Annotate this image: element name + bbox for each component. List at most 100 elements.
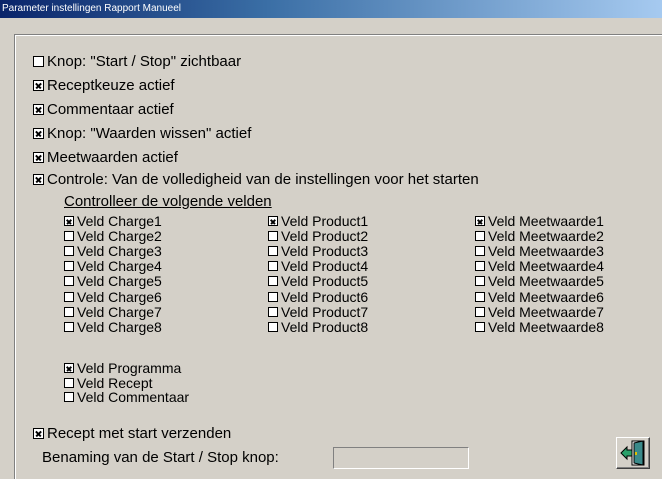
checkbox[interactable] bbox=[33, 151, 44, 163]
checkbox[interactable] bbox=[475, 276, 485, 287]
checkbox[interactable] bbox=[33, 427, 44, 439]
button-name-input[interactable] bbox=[333, 447, 469, 469]
checkbox[interactable] bbox=[64, 246, 74, 257]
field-label: Veld Meetwaarde7 bbox=[488, 303, 604, 320]
option-label: Recept met start verzenden bbox=[47, 424, 232, 442]
option-completeness-check[interactable]: Controle: Van de volledigheid van de ins… bbox=[33, 170, 479, 188]
field-charge-2[interactable]: Veld Charge2 bbox=[64, 228, 162, 245]
field-label: Veld Charge4 bbox=[77, 258, 162, 275]
checkbox[interactable] bbox=[64, 321, 74, 332]
field-product-3[interactable]: Veld Product3 bbox=[268, 243, 369, 260]
field-measurement-5[interactable]: Veld Meetwaarde5 bbox=[475, 273, 604, 289]
window-title: Parameter instellingen Rapport Manueel bbox=[0, 0, 662, 18]
checkbox[interactable] bbox=[64, 276, 74, 287]
field-charge-4[interactable]: Veld Charge4 bbox=[64, 258, 162, 275]
checkbox[interactable] bbox=[64, 306, 74, 317]
fields-section-title: Controlleer de volgende velden bbox=[64, 193, 272, 210]
field-product-5[interactable]: Veld Product5 bbox=[268, 273, 368, 289]
field-charge-5[interactable]: Veld Charge5 bbox=[64, 273, 162, 290]
field-measurement-2[interactable]: Veld Meetwaarde2 bbox=[475, 228, 604, 245]
field-measurement-1[interactable]: Veld Meetwaarde1 bbox=[475, 213, 604, 229]
field-product-7[interactable]: Veld Product7 bbox=[268, 303, 369, 320]
field-label: Veld Meetwaarde2 bbox=[488, 228, 604, 245]
option-label: Knop: "Waarden wissen" actief bbox=[47, 124, 252, 142]
checkbox[interactable] bbox=[33, 79, 44, 91]
checkbox[interactable] bbox=[268, 231, 278, 242]
checkbox[interactable] bbox=[33, 173, 44, 185]
field-extra-2[interactable]: Veld Recept bbox=[64, 375, 153, 391]
field-label: Veld Meetwaarde6 bbox=[488, 288, 604, 305]
checkbox[interactable] bbox=[268, 306, 278, 317]
option-label: Knop: "Start / Stop" zichtbaar bbox=[47, 52, 242, 70]
option-label: Receptkeuze actief bbox=[47, 76, 175, 94]
checkbox[interactable] bbox=[64, 363, 74, 373]
checkbox[interactable] bbox=[268, 216, 278, 226]
checkbox[interactable] bbox=[64, 291, 74, 302]
field-label: Veld Charge8 bbox=[77, 318, 162, 335]
field-label: Veld Meetwaarde8 bbox=[488, 318, 604, 335]
checkbox[interactable] bbox=[64, 377, 74, 388]
checkbox[interactable] bbox=[268, 321, 278, 332]
checkbox[interactable] bbox=[475, 306, 485, 317]
field-measurement-3[interactable]: Veld Meetwaarde3 bbox=[475, 243, 604, 260]
field-charge-8[interactable]: Veld Charge8 bbox=[64, 318, 162, 335]
field-extra-1[interactable]: Veld Programma bbox=[64, 360, 181, 376]
field-label: Veld Product7 bbox=[281, 303, 369, 320]
field-label: Veld Meetwaarde4 bbox=[488, 258, 604, 275]
field-label: Veld Charge6 bbox=[77, 288, 162, 305]
checkbox[interactable] bbox=[33, 103, 44, 115]
option-comment[interactable]: Commentaar actief bbox=[33, 100, 174, 118]
option-label: Meetwaarden actief bbox=[47, 148, 178, 166]
exit-button[interactable] bbox=[616, 437, 650, 469]
checkbox[interactable] bbox=[475, 321, 485, 332]
option-label: Controle: Van de volledigheid van de ins… bbox=[47, 170, 479, 188]
checkbox[interactable] bbox=[268, 246, 278, 257]
field-label: Veld Commentaar bbox=[77, 389, 190, 405]
field-measurement-8[interactable]: Veld Meetwaarde8 bbox=[475, 318, 604, 335]
field-product-2[interactable]: Veld Product2 bbox=[268, 228, 368, 244]
field-label: Veld Charge2 bbox=[77, 228, 162, 245]
checkbox[interactable] bbox=[33, 127, 44, 139]
checkbox[interactable] bbox=[475, 246, 485, 257]
field-measurement-4[interactable]: Veld Meetwaarde4 bbox=[475, 258, 604, 275]
field-product-8[interactable]: Veld Product8 bbox=[268, 318, 369, 335]
checkbox[interactable] bbox=[268, 261, 278, 272]
field-label: Veld Meetwaarde3 bbox=[488, 243, 604, 260]
field-measurement-6[interactable]: Veld Meetwaarde6 bbox=[475, 288, 604, 305]
field-label: Veld Charge5 bbox=[77, 273, 162, 290]
button-name-label: Benaming van de Start / Stop knop: bbox=[42, 449, 279, 466]
option-send-recipe[interactable]: Recept met start verzenden bbox=[33, 424, 231, 442]
checkbox[interactable] bbox=[33, 55, 44, 67]
checkbox[interactable] bbox=[475, 216, 485, 226]
option-start-stop-visible[interactable]: Knop: "Start / Stop" zichtbaar bbox=[33, 52, 241, 70]
field-label: Veld Product1 bbox=[281, 213, 369, 229]
field-extra-3[interactable]: Veld Commentaar bbox=[64, 389, 190, 405]
field-product-1[interactable]: Veld Product1 bbox=[268, 213, 369, 229]
field-charge-3[interactable]: Veld Charge3 bbox=[64, 243, 162, 259]
checkbox[interactable] bbox=[64, 261, 74, 272]
checkbox[interactable] bbox=[475, 291, 485, 302]
checkbox[interactable] bbox=[475, 231, 485, 242]
field-measurement-7[interactable]: Veld Meetwaarde7 bbox=[475, 303, 604, 320]
settings-window: Parameter instellingen Rapport Manueel K… bbox=[0, 0, 662, 479]
checkbox[interactable] bbox=[64, 216, 74, 226]
field-label: Veld Product8 bbox=[281, 318, 369, 335]
field-charge-6[interactable]: Veld Charge6 bbox=[64, 288, 162, 305]
checkbox[interactable] bbox=[268, 291, 278, 302]
checkbox[interactable] bbox=[64, 231, 74, 242]
field-label: Veld Charge1 bbox=[77, 213, 162, 229]
option-measurements[interactable]: Meetwaarden actief bbox=[33, 148, 178, 166]
checkbox[interactable] bbox=[64, 392, 74, 402]
field-charge-1[interactable]: Veld Charge1 bbox=[64, 213, 162, 229]
option-clear-values[interactable]: Knop: "Waarden wissen" actief bbox=[33, 124, 251, 142]
field-label: Veld Product3 bbox=[281, 243, 369, 260]
field-charge-7[interactable]: Veld Charge7 bbox=[64, 304, 162, 320]
field-product-6[interactable]: Veld Product6 bbox=[268, 289, 368, 305]
option-recipe-choice[interactable]: Receptkeuze actief bbox=[33, 76, 175, 94]
exit-door-icon bbox=[620, 440, 645, 466]
field-label: Veld Meetwaarde1 bbox=[488, 213, 604, 229]
field-product-4[interactable]: Veld Product4 bbox=[268, 258, 368, 274]
option-label: Commentaar actief bbox=[47, 100, 174, 118]
checkbox[interactable] bbox=[475, 261, 485, 272]
checkbox[interactable] bbox=[268, 276, 278, 287]
